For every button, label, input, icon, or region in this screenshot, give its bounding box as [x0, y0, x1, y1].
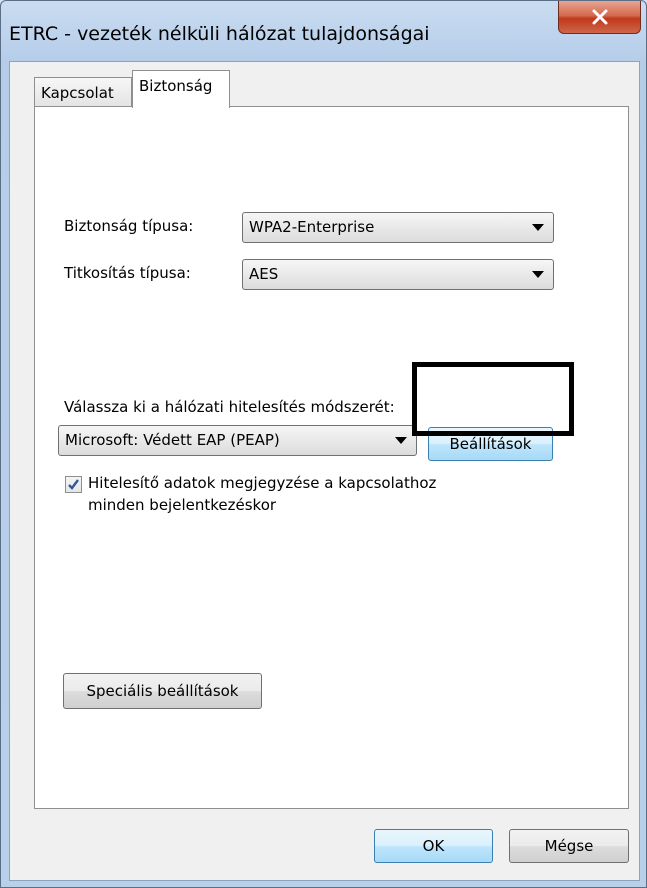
dropdown-arrow-icon [532, 224, 544, 231]
cancel-button[interactable]: Mégse [509, 829, 629, 863]
auth-method-label: Válassza ki a hálózati hitelesítés módsz… [64, 398, 395, 416]
auth-method-value: Microsoft: Védett EAP (PEAP) [65, 431, 280, 449]
advanced-settings-button[interactable]: Speciális beállítások [63, 673, 262, 709]
highlight-box [412, 362, 574, 436]
auth-method-select[interactable]: Microsoft: Védett EAP (PEAP) [58, 425, 417, 456]
encryption-type-select[interactable]: AES [242, 259, 554, 290]
close-icon [592, 9, 607, 25]
tab-kapcsolat[interactable]: Kapcsolat [34, 77, 132, 107]
security-type-value: WPA2-Enterprise [249, 218, 375, 236]
encryption-type-value: AES [249, 265, 279, 283]
remember-credentials-label-line2: minden bejelentkezéskor [88, 496, 277, 514]
dropdown-arrow-icon [395, 437, 407, 444]
dialog-client-area: Kapcsolat Biztonság Biztonság típusa: WP… [9, 61, 640, 881]
checkmark-icon [68, 479, 79, 490]
dropdown-arrow-icon [532, 271, 544, 278]
title-bar[interactable]: ETRC - vezeték nélküli hálózat tulajdons… [1, 1, 646, 61]
window-title: ETRC - vezeték nélküli hálózat tulajdons… [9, 23, 430, 45]
tab-biztonsag[interactable]: Biztonság [132, 70, 230, 108]
remember-credentials-label-line1: Hitelesítő adatok megjegyzése a kapcsola… [88, 474, 437, 492]
security-tab-panel: Biztonság típusa: WPA2-Enterprise Titkos… [34, 106, 629, 809]
security-type-label: Biztonság típusa: [64, 217, 194, 235]
encryption-type-label: Titkosítás típusa: [64, 264, 191, 282]
security-type-select[interactable]: WPA2-Enterprise [242, 212, 554, 243]
close-button[interactable] [558, 1, 641, 34]
dialog-window: ETRC - vezeték nélküli hálózat tulajdons… [0, 0, 647, 888]
ok-button[interactable]: OK [374, 829, 493, 863]
remember-credentials-checkbox[interactable] [65, 476, 82, 493]
